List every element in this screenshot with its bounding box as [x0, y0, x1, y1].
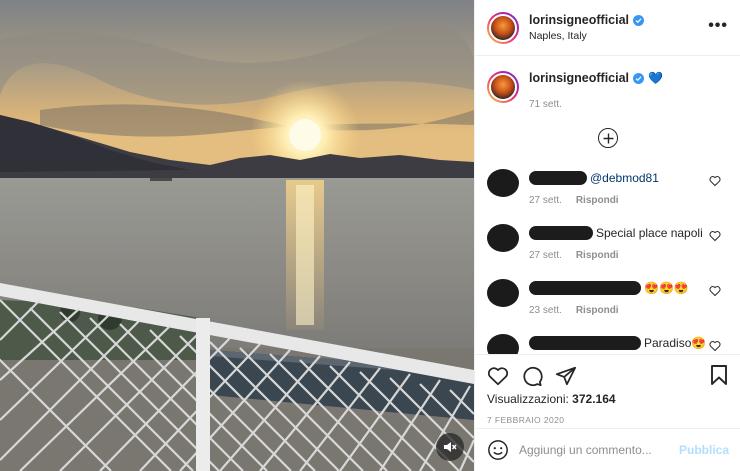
comment-text: Special place napoli — [596, 226, 703, 240]
redacted-username — [529, 336, 641, 350]
add-comment-bar: Pubblica — [475, 428, 740, 471]
verified-badge-icon — [633, 14, 645, 26]
heart-icon — [487, 367, 509, 386]
caption-avatar[interactable] — [487, 71, 519, 103]
post-side-panel: lorinsigneofficial Naples, Italy ••• lor… — [474, 0, 740, 471]
heart-icon[interactable] — [709, 175, 721, 187]
comment-timestamp: 27 sett. — [529, 195, 562, 206]
comment-timestamp: 23 sett. — [529, 305, 562, 316]
comment-item: 😍😍😍 23 sett. Rispondi — [475, 275, 740, 330]
views-label: Visualizzazioni: — [487, 392, 569, 406]
verified-badge-icon — [633, 72, 645, 84]
commenter-avatar-redacted[interactable] — [487, 224, 519, 252]
comment-button[interactable] — [521, 365, 543, 387]
views-value: 372.164 — [572, 392, 616, 406]
post-actions-section: Visualizzazioni: 372.164 7 FEBBRAIO 2020 — [475, 354, 740, 428]
heart-icon[interactable] — [709, 230, 721, 242]
reply-button[interactable]: Rispondi — [576, 250, 619, 261]
bookmark-icon[interactable] — [709, 364, 729, 386]
reply-button[interactable]: Rispondi — [576, 305, 619, 316]
commenter-avatar-redacted[interactable] — [487, 334, 519, 354]
comment-item: Special place napoli 27 sett. Rispondi — [475, 220, 740, 275]
comment-item: @debmod81 27 sett. Rispondi — [475, 165, 740, 220]
share-button[interactable] — [555, 365, 577, 387]
heart-icon[interactable] — [709, 285, 721, 297]
commenter-avatar-redacted[interactable] — [487, 279, 519, 307]
load-more-comments-button[interactable] — [598, 128, 618, 148]
emoji-icon[interactable] — [487, 439, 509, 461]
caption-timestamp: 71 sett. — [529, 99, 562, 110]
publish-button[interactable]: Pubblica — [679, 443, 729, 457]
post-header: lorinsigneofficial Naples, Italy ••• — [475, 0, 740, 56]
commenter-avatar-redacted[interactable] — [487, 169, 519, 197]
redacted-username — [529, 226, 593, 240]
caption-text: 💙 — [648, 71, 663, 85]
comment-icon — [523, 366, 543, 387]
caption-username-link[interactable]: lorinsigneofficial — [529, 71, 629, 85]
like-button[interactable] — [487, 365, 509, 387]
plus-circle-icon — [603, 133, 613, 143]
caption-row: lorinsigneofficial 💙 71 sett. — [475, 57, 740, 110]
mute-toggle-button[interactable] — [436, 433, 464, 461]
more-options-button[interactable]: ••• — [708, 18, 728, 34]
comment-text: Paradiso😍 — [644, 336, 707, 350]
speaker-muted-icon — [444, 442, 457, 452]
author-avatar[interactable] — [487, 11, 519, 44]
sunset-scene-image — [0, 0, 474, 471]
share-icon — [555, 366, 577, 386]
author-username-link[interactable]: lorinsigneofficial — [529, 13, 629, 27]
comment-text: 😍😍😍 — [644, 281, 689, 295]
redacted-username — [529, 171, 587, 185]
comments-list[interactable]: lorinsigneofficial 💙 71 sett. @debmod81 … — [475, 57, 740, 354]
post-date[interactable]: 7 FEBBRAIO 2020 — [475, 406, 740, 425]
location-link[interactable]: Naples, Italy — [529, 30, 644, 42]
comment-input[interactable] — [519, 443, 679, 457]
comment-timestamp: 27 sett. — [529, 250, 562, 261]
post-media-video[interactable] — [0, 0, 474, 471]
comment-mention-link[interactable]: @debmod81 — [590, 171, 659, 185]
reply-button[interactable]: Rispondi — [576, 195, 619, 206]
redacted-username — [529, 281, 641, 295]
heart-icon[interactable] — [709, 340, 721, 352]
comment-item: Paradiso😍 — [475, 330, 740, 354]
view-count: Visualizzazioni: 372.164 — [475, 389, 740, 406]
